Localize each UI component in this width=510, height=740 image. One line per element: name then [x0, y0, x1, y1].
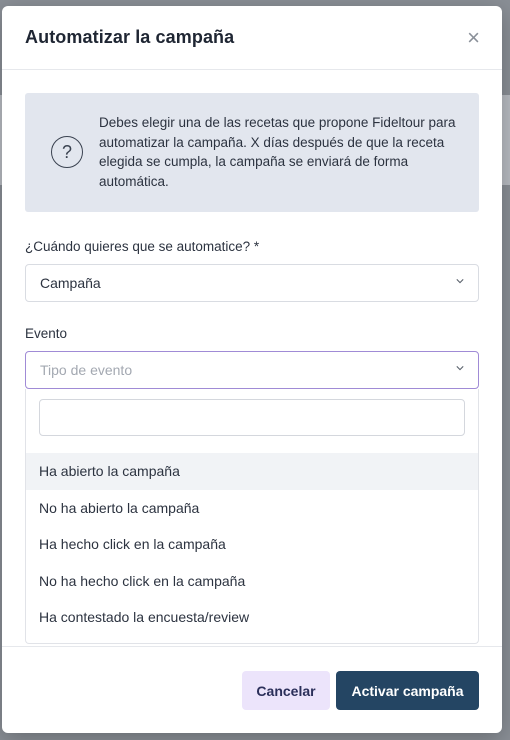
chevron-down-icon — [456, 366, 464, 371]
automate-campaign-modal: Automatizar la campaña × ? Debes elegir … — [2, 6, 502, 733]
dropdown-option[interactable]: Ha abierto la campaña — [26, 453, 478, 490]
footer-divider — [2, 646, 502, 647]
modal-header: Automatizar la campaña × — [2, 6, 502, 70]
when-select[interactable]: Campaña — [25, 264, 479, 302]
event-select-placeholder: Tipo de evento — [40, 362, 133, 378]
dropdown-option[interactable]: Ha hecho click en la campaña — [26, 526, 478, 563]
event-select[interactable]: Tipo de evento — [25, 351, 479, 389]
event-label: Evento — [25, 326, 68, 341]
dropdown-options: Ha abierto la campaña No ha abierto la c… — [26, 453, 478, 636]
dropdown-option[interactable]: Ha contestado la encuesta/review — [26, 599, 478, 636]
activate-campaign-button[interactable]: Activar campaña — [336, 671, 479, 710]
when-select-value: Campaña — [40, 275, 101, 291]
question-circle-icon: ? — [51, 136, 83, 168]
close-icon[interactable]: × — [467, 26, 480, 49]
background-panel-right — [502, 95, 510, 185]
when-label: ¿Cuándo quieres que se automatice? * — [25, 239, 260, 254]
dropdown-option[interactable]: No ha abierto la campaña — [26, 490, 478, 527]
dropdown-search-input[interactable] — [39, 399, 465, 436]
info-box: ? Debes elegir una de las recetas que pr… — [25, 93, 479, 212]
modal-title: Automatizar la campaña — [25, 27, 235, 47]
dropdown-option[interactable]: No ha hecho click en la campaña — [26, 563, 478, 600]
event-dropdown: Ha abierto la campaña No ha abierto la c… — [25, 389, 479, 644]
chevron-down-icon — [456, 279, 464, 284]
info-text: Debes elegir una de las recetas que prop… — [99, 115, 456, 189]
cancel-button[interactable]: Cancelar — [242, 671, 330, 710]
